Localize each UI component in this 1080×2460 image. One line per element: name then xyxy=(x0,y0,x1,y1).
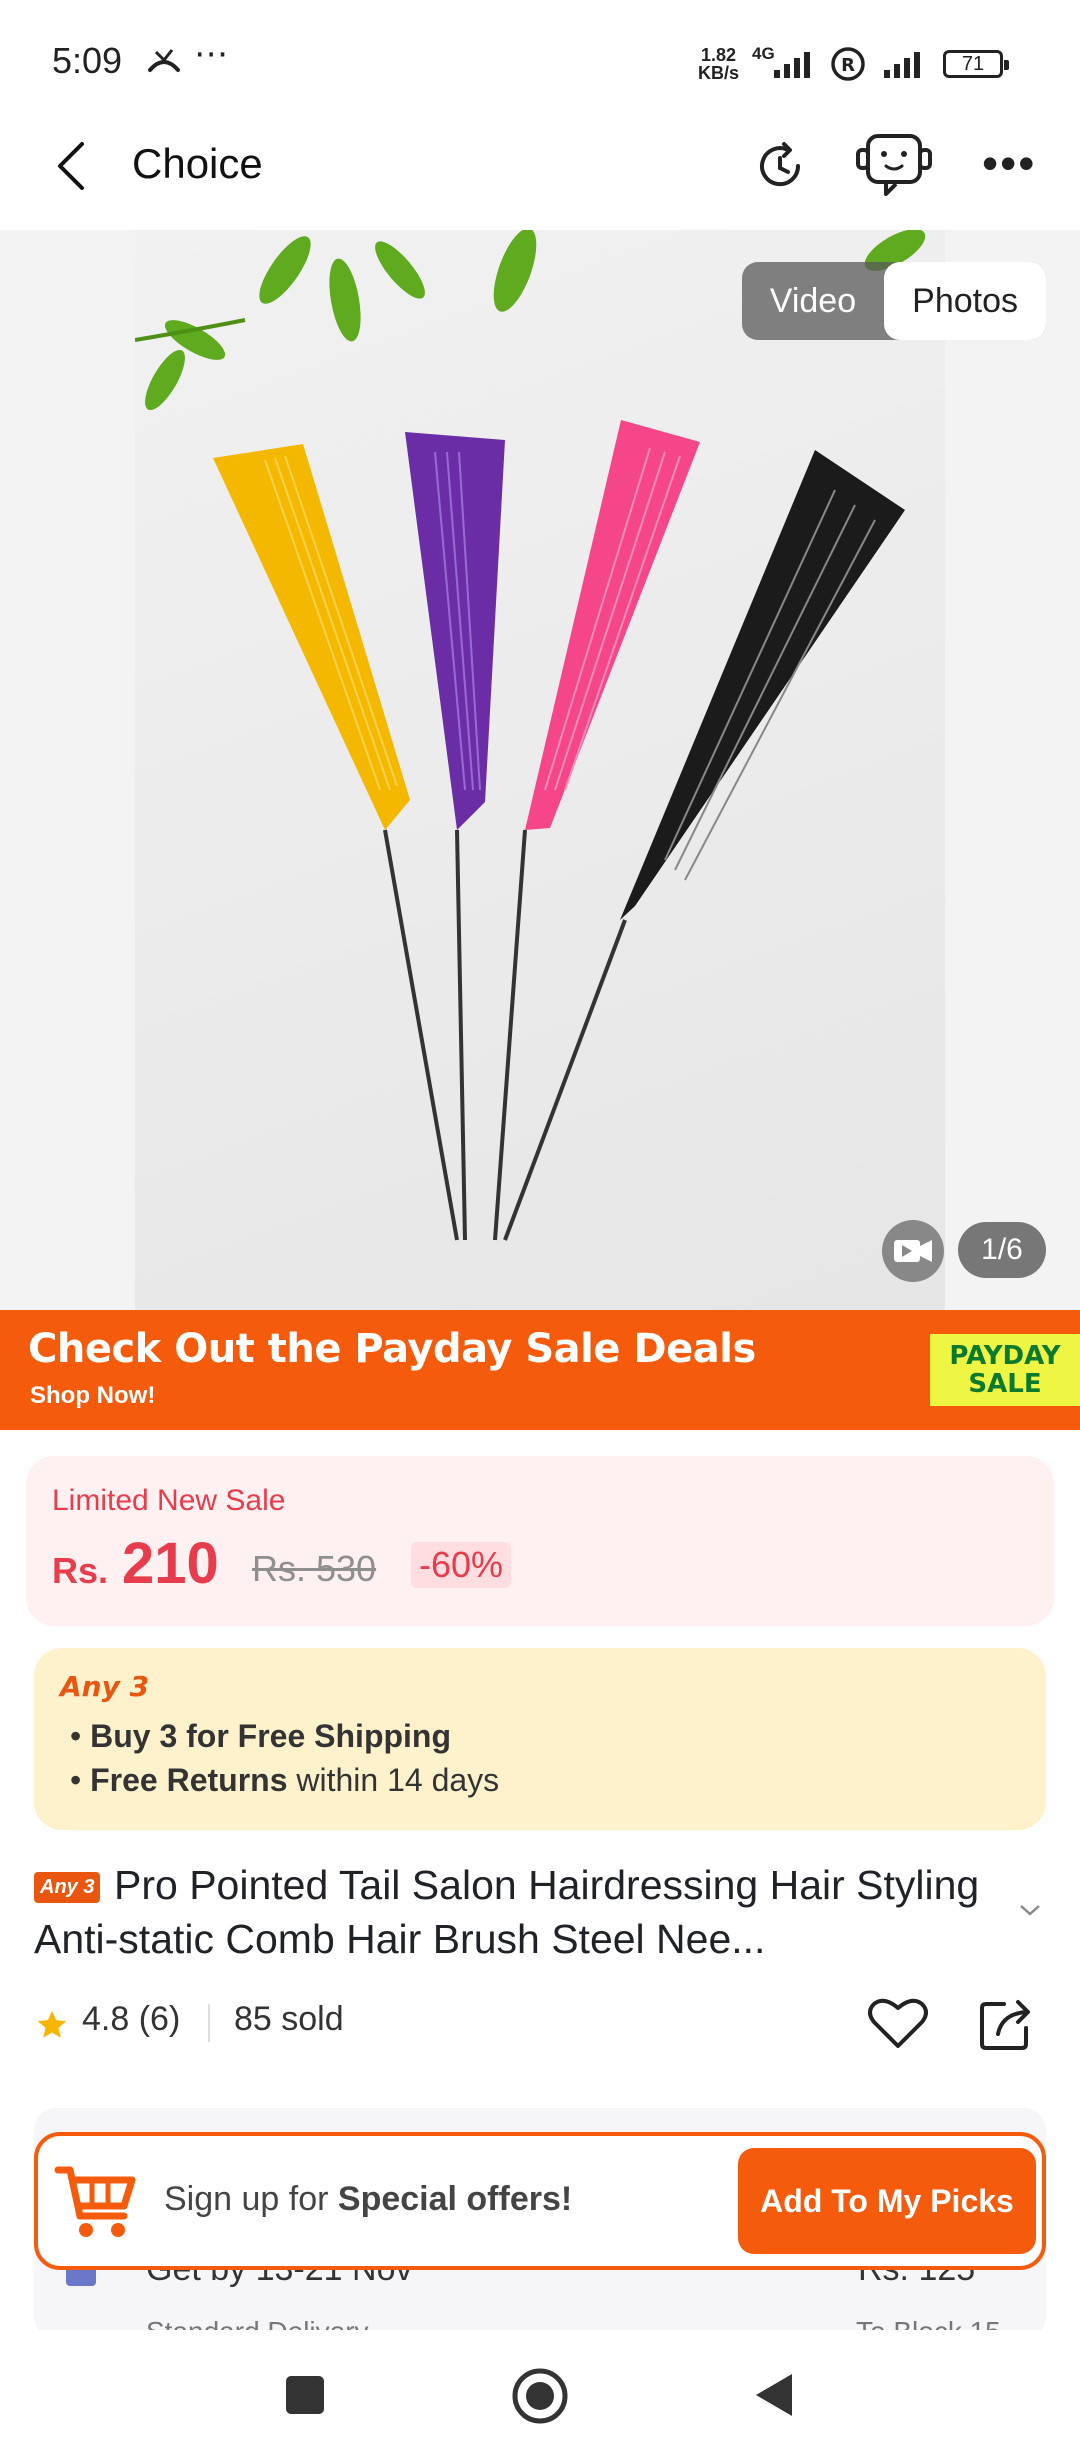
discount-badge: -60% xyxy=(411,1542,512,1588)
promo-shop-now[interactable]: Shop Now! xyxy=(30,1382,155,1410)
star-icon xyxy=(37,2010,67,2038)
image-counter: 1/6 xyxy=(958,1222,1046,1278)
signal-icon-2 xyxy=(884,52,920,78)
payday-sale-badge: PAYDAY SALE xyxy=(930,1334,1080,1406)
video-camera-icon[interactable] xyxy=(882,1220,944,1282)
back-arrow-icon[interactable] xyxy=(52,136,92,196)
chevron-down-icon[interactable] xyxy=(1018,1902,1042,1918)
rating[interactable]: 4.8 (6) xyxy=(82,2000,180,2039)
battery-icon: 71 xyxy=(943,50,1009,78)
tab-video[interactable]: Video xyxy=(742,262,884,340)
svg-text:R: R xyxy=(841,55,855,76)
divider xyxy=(208,2004,210,2042)
heart-icon[interactable] xyxy=(866,1994,930,2052)
customer-service-icon[interactable] xyxy=(856,132,932,198)
offers-card[interactable]: Any 3 • Buy 3 for Free Shipping • Free R… xyxy=(34,1648,1046,1830)
promo-banner[interactable]: Check Out the Payday Sale Deals Shop Now… xyxy=(0,1310,1080,1430)
promo-title: Check Out the Payday Sale Deals xyxy=(28,1326,756,1372)
home-button[interactable] xyxy=(510,2366,570,2426)
current-price: Rs. 210 xyxy=(52,1531,219,1596)
sold-count: 85 sold xyxy=(234,2000,344,2038)
more-options-icon[interactable]: ••• xyxy=(982,136,1036,190)
any3-tag: Any 3 xyxy=(60,1670,150,1703)
offer-free-returns: • Free Returns within 14 days xyxy=(70,1762,500,1798)
status-bar: 5:09 ⋯ 1.82 KB/s 4G R 71 xyxy=(0,0,1080,128)
offer-free-shipping: • Buy 3 for Free Shipping xyxy=(70,1718,452,1754)
share-icon[interactable] xyxy=(976,1994,1036,2054)
product-gallery[interactable]: Video Photos xyxy=(0,230,1080,1310)
sale-label: Limited New Sale xyxy=(52,1484,286,1517)
system-nav-bar xyxy=(0,2330,1080,2460)
tab-photos[interactable]: Photos xyxy=(884,262,1046,340)
combs-illustration xyxy=(135,230,926,1241)
back-button[interactable] xyxy=(752,2370,796,2420)
status-time: 5:09 xyxy=(52,40,123,81)
product-title: Pro Pointed Tail Salon Hairdressing Hair… xyxy=(34,1862,980,1962)
product-photo[interactable] xyxy=(135,230,945,1310)
signal-icon xyxy=(774,52,810,78)
page-title: Choice xyxy=(132,140,263,187)
signup-text: Sign up for Special offers! xyxy=(164,2180,573,2218)
cart-icon xyxy=(54,2166,136,2237)
history-icon[interactable] xyxy=(752,138,808,194)
recents-button[interactable] xyxy=(286,2376,324,2414)
price-card: Limited New Sale Rs. 210 Rs. 530 -60% xyxy=(26,1456,1054,1626)
more-notifications-icon: ⋯ xyxy=(194,35,228,73)
network-speed: 1.82 KB/s xyxy=(698,45,740,83)
media-toggle[interactable]: Video Photos xyxy=(741,262,1046,340)
signup-bar[interactable]: Sign up for Special offers! Add To My Pi… xyxy=(34,2132,1046,2270)
missed-call-icon xyxy=(148,49,180,72)
add-to-picks-button[interactable]: Add To My Picks xyxy=(738,2148,1036,2254)
original-price: Rs. 530 xyxy=(252,1548,377,1589)
roaming-icon: R xyxy=(831,47,865,81)
